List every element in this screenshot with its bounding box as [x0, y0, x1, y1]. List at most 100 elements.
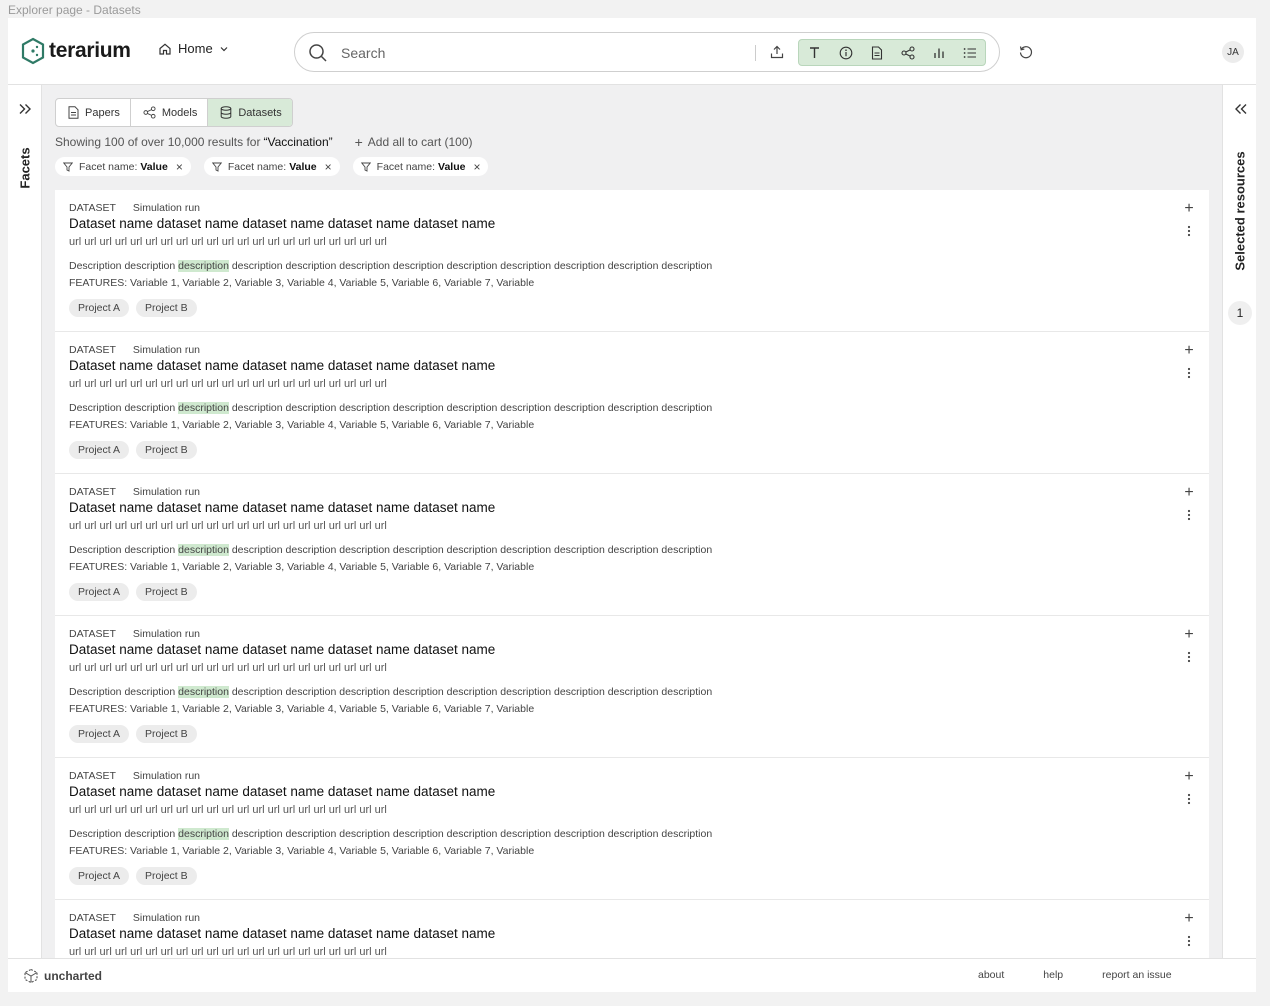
footer-link-report-issue[interactable]: report an issue [1102, 969, 1171, 981]
add-all-to-cart-button[interactable]: + Add all to cart (100) [355, 134, 473, 150]
more-options-vertical-icon[interactable] [1182, 366, 1196, 380]
search-input[interactable] [341, 43, 741, 63]
home-icon [159, 43, 171, 55]
filter-chip[interactable]: Facet name: Value × [55, 157, 191, 176]
user-avatar[interactable]: JA [1222, 41, 1244, 63]
text-view-toggle[interactable] [799, 40, 830, 65]
close-icon[interactable]: × [325, 160, 332, 174]
search-query-text: “Vaccination” [263, 135, 333, 149]
chart-view-toggle[interactable] [923, 40, 954, 65]
description-text: description description description desc… [228, 260, 713, 272]
selected-resources-label-container[interactable]: Selected resources [1231, 145, 1249, 277]
dataset-result-card[interactable]: DATASET Simulation run Dataset name datase… [55, 900, 1209, 958]
result-tags: Project A Project B [69, 725, 204, 743]
document-view-toggle[interactable] [861, 40, 892, 65]
result-url[interactable]: url url url url url url url url url url … [69, 946, 387, 958]
top-header: terarium Home Search JA [8, 18, 1256, 85]
active-filters: Facet name: Value × Facet name: Value × … [55, 157, 501, 176]
footer-link-help[interactable]: help [1043, 969, 1063, 981]
upload-icon[interactable] [769, 44, 785, 60]
window-caption: Explorer page - Datasets [8, 3, 141, 17]
footer: uncharted about help report an issue [8, 958, 1256, 992]
description-highlight: description [178, 828, 229, 840]
result-subtype: Simulation run [132, 770, 200, 782]
dataset-result-card[interactable]: DATASET Simulation run Dataset name datase… [55, 190, 1209, 332]
result-url[interactable]: url url url url url url url url url url … [69, 662, 387, 674]
project-tag[interactable]: Project A [69, 725, 130, 743]
logo-text: terarium [49, 39, 131, 62]
share-nodes-icon [143, 106, 156, 119]
info-view-toggle[interactable] [830, 40, 861, 65]
tab-models[interactable]: Models [131, 99, 209, 126]
graph-view-toggle[interactable] [892, 40, 923, 65]
description-text: description description description desc… [228, 828, 713, 840]
project-tag[interactable]: Project A [69, 867, 130, 885]
project-tag[interactable]: Project B [136, 867, 197, 885]
result-title[interactable]: Dataset name dataset name dataset name d… [69, 926, 495, 941]
facets-label-container[interactable]: Facets [16, 143, 34, 193]
add-to-cart-plus-icon[interactable]: + [1182, 200, 1196, 217]
facets-label: Facets [17, 147, 33, 189]
collapse-double-chevron-icon[interactable] [1234, 102, 1248, 116]
project-tag[interactable]: Project B [136, 583, 197, 601]
project-tag[interactable]: Project A [69, 583, 130, 601]
result-title[interactable]: Dataset name dataset name dataset name d… [69, 500, 495, 515]
description-highlight: description [178, 402, 229, 414]
result-description: Description description description desc… [69, 544, 712, 556]
result-title[interactable]: Dataset name dataset name dataset name d… [69, 642, 495, 657]
more-options-vertical-icon[interactable] [1182, 508, 1196, 522]
filter-chip[interactable]: Facet name: Value × [352, 157, 489, 176]
dataset-result-card[interactable]: DATASET Simulation run Dataset name datase… [55, 758, 1209, 900]
result-title[interactable]: Dataset name dataset name dataset name d… [69, 784, 495, 799]
footer-link-about[interactable]: about [978, 969, 1004, 981]
history-icon[interactable] [1018, 44, 1034, 60]
document-icon [871, 45, 882, 60]
result-title[interactable]: Dataset name dataset name dataset name d… [69, 216, 495, 231]
close-icon[interactable]: × [473, 160, 480, 174]
add-to-cart-plus-icon[interactable]: + [1182, 342, 1196, 359]
more-options-vertical-icon[interactable] [1182, 934, 1196, 948]
tab-datasets[interactable]: Datasets [208, 99, 292, 126]
add-to-cart-plus-icon[interactable]: + [1182, 626, 1196, 643]
result-url[interactable]: url url url url url url url url url url … [69, 236, 387, 248]
add-to-cart-plus-icon[interactable]: + [1182, 768, 1196, 785]
more-options-vertical-icon[interactable] [1182, 224, 1196, 238]
filter-value: Value [438, 160, 466, 173]
footer-links: about help report an issue [978, 969, 1211, 981]
tab-papers[interactable]: Papers [56, 99, 131, 126]
text-icon [810, 47, 819, 58]
home-dropdown[interactable]: Home [158, 41, 229, 56]
project-tag[interactable]: Project B [136, 299, 197, 317]
project-tag[interactable]: Project A [69, 441, 130, 459]
expand-double-chevron-icon[interactable] [18, 102, 32, 116]
list-icon [963, 47, 976, 58]
result-description: Description description description desc… [69, 260, 712, 272]
more-options-vertical-icon[interactable] [1182, 650, 1196, 664]
dataset-result-card[interactable]: DATASET Simulation run Dataset name datase… [55, 474, 1209, 616]
dataset-result-card[interactable]: DATASET Simulation run Dataset name datase… [55, 616, 1209, 758]
result-meta: DATASET Simulation run [69, 486, 200, 498]
close-icon[interactable]: × [176, 160, 183, 174]
project-tag[interactable]: Project B [136, 441, 197, 459]
result-type: DATASET [69, 344, 116, 356]
result-url[interactable]: url url url url url url url url url url … [69, 804, 387, 816]
more-options-vertical-icon[interactable] [1182, 792, 1196, 806]
result-title[interactable]: Dataset name dataset name dataset name d… [69, 358, 495, 373]
add-to-cart-plus-icon[interactable]: + [1182, 910, 1196, 927]
description-text: description description description desc… [228, 544, 713, 556]
filter-name: Facet name: [79, 160, 138, 173]
filter-chip[interactable]: Facet name: Value × [203, 157, 340, 176]
project-tag[interactable]: Project B [136, 725, 197, 743]
database-icon [221, 106, 232, 119]
terarium-logo[interactable]: terarium [21, 37, 131, 65]
result-url[interactable]: url url url url url url url url url url … [69, 520, 387, 532]
dataset-result-card[interactable]: DATASET Simulation run Dataset name datase… [55, 332, 1209, 474]
description-text: Description description [69, 828, 179, 840]
list-view-toggle[interactable] [954, 40, 985, 65]
resource-tabs: Papers Models Datasets [55, 98, 293, 127]
add-to-cart-plus-icon[interactable]: + [1182, 484, 1196, 501]
result-url[interactable]: url url url url url url url url url url … [69, 378, 387, 390]
uncharted-logo[interactable]: uncharted [23, 968, 102, 984]
result-tags: Project A Project B [69, 867, 204, 885]
project-tag[interactable]: Project A [69, 299, 130, 317]
